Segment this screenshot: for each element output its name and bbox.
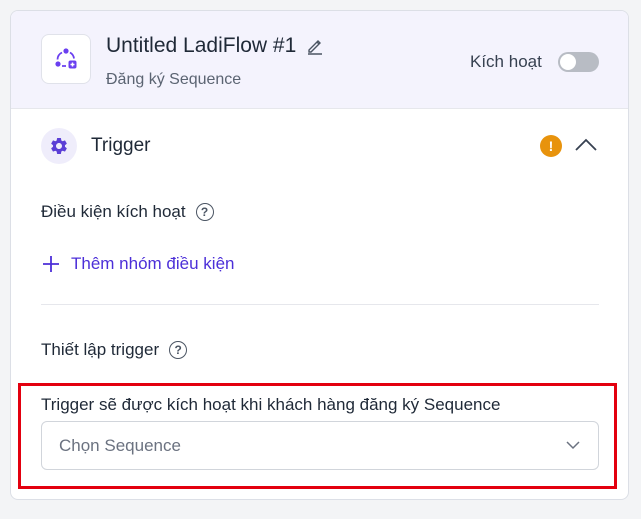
flow-title-text: Untitled LadiFlow #1	[106, 34, 297, 57]
help-icon[interactable]: ?	[195, 203, 214, 221]
setup-trigger-label-text: Thiết lập trigger	[41, 340, 160, 359]
chevron-up-icon[interactable]	[574, 137, 598, 158]
divider	[41, 304, 599, 305]
conditions-label: Điều kiện kích hoạt ?	[41, 202, 214, 222]
flow-title: Untitled LadiFlow #1	[106, 34, 324, 58]
flow-node-icon	[41, 34, 91, 84]
gear-icon	[41, 128, 77, 164]
add-condition-group-button[interactable]: Thêm nhóm điều kiện	[41, 254, 234, 274]
activate-toggle[interactable]	[558, 52, 599, 72]
setup-trigger-label: Thiết lập trigger ?	[41, 340, 188, 360]
plus-icon	[43, 256, 59, 272]
toggle-knob	[560, 54, 576, 70]
warning-icon: !	[540, 135, 562, 157]
add-condition-group-label: Thêm nhóm điều kiện	[71, 254, 235, 273]
trigger-section-title: Trigger	[91, 135, 151, 156]
flow-subtitle: Đăng ký Sequence	[106, 71, 242, 88]
pencil-icon[interactable]	[306, 37, 324, 55]
activate-label: Kích hoạt	[470, 52, 542, 71]
flow-header: Untitled LadiFlow #1 Đăng ký Sequence Kí…	[11, 11, 628, 109]
conditions-label-text: Điều kiện kích hoạt	[41, 202, 186, 221]
highlight-box	[18, 383, 617, 489]
help-icon[interactable]: ?	[169, 341, 188, 359]
